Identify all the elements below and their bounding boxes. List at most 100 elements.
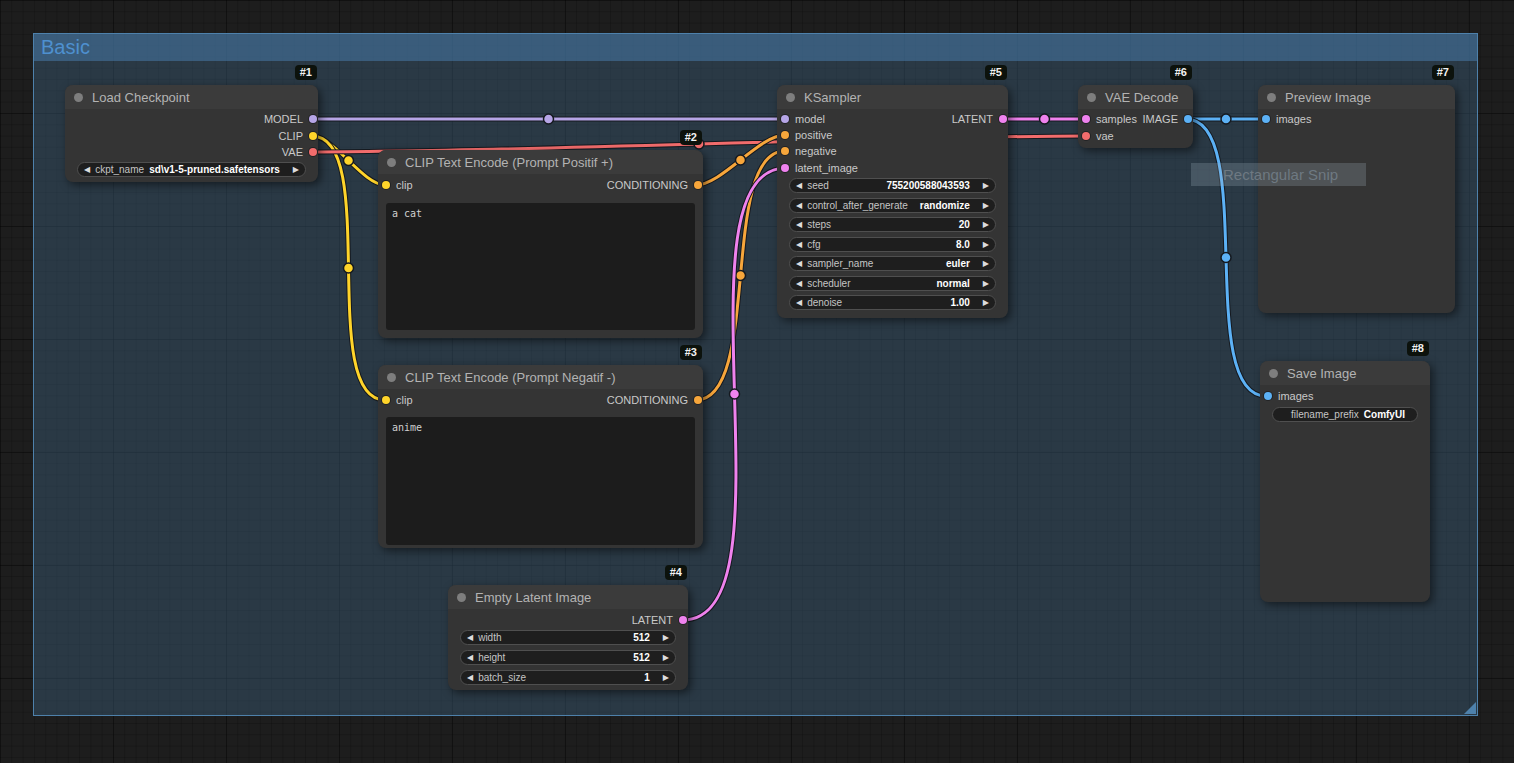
- widget-width[interactable]: ◀width512▶: [460, 630, 676, 645]
- input-port-samples[interactable]: samples: [1082, 114, 1137, 124]
- node-vae-decode[interactable]: #6VAE DecodesamplesvaeIMAGE: [1078, 85, 1193, 148]
- decrement-arrow-icon[interactable]: ◀: [467, 634, 473, 642]
- input-port-latent-image[interactable]: latent_image: [781, 163, 858, 173]
- widget-cfg[interactable]: ◀cfg8.0▶: [789, 237, 996, 252]
- node-title-bar[interactable]: Save Image: [1260, 361, 1430, 385]
- input-port-images[interactable]: images: [1264, 391, 1313, 401]
- decrement-arrow-icon[interactable]: ◀: [796, 221, 802, 229]
- port-dot[interactable]: [781, 164, 789, 172]
- node-title-bar[interactable]: KSampler: [777, 85, 1008, 109]
- widget-scheduler[interactable]: ◀schedulernormal▶: [789, 276, 996, 291]
- output-port-model[interactable]: MODEL: [264, 114, 317, 124]
- node-ksampler[interactable]: #5KSamplermodelpositivenegativelatent_im…: [777, 85, 1008, 318]
- group-basic-header[interactable]: Basic: [34, 34, 1477, 61]
- widget-steps[interactable]: ◀steps20▶: [789, 217, 996, 232]
- increment-arrow-icon[interactable]: ▶: [983, 241, 989, 249]
- output-port-latent[interactable]: LATENT: [952, 114, 1007, 124]
- collapse-dot-icon[interactable]: [786, 93, 795, 102]
- node-preview-image[interactable]: #7Preview Imageimages: [1258, 85, 1455, 313]
- prompt-textarea[interactable]: anime: [386, 417, 695, 545]
- widget-ckpt-name[interactable]: ◀ckpt_namesd\v1-5-pruned.safetensors▶: [77, 162, 306, 177]
- collapse-dot-icon[interactable]: [1087, 93, 1096, 102]
- input-port-positive[interactable]: positive: [781, 130, 832, 140]
- decrement-arrow-icon[interactable]: ◀: [796, 260, 802, 268]
- port-dot[interactable]: [1184, 115, 1192, 123]
- input-port-clip[interactable]: clip: [382, 395, 413, 405]
- widget-denoise[interactable]: ◀denoise1.00▶: [789, 295, 996, 310]
- prompt-textarea[interactable]: a cat: [386, 203, 695, 330]
- port-dot[interactable]: [1082, 132, 1090, 140]
- collapse-dot-icon[interactable]: [387, 373, 396, 382]
- widget-height[interactable]: ◀height512▶: [460, 650, 676, 665]
- increment-arrow-icon[interactable]: ▶: [293, 166, 299, 174]
- node-title-bar[interactable]: Empty Latent Image: [448, 585, 688, 609]
- port-dot[interactable]: [1082, 115, 1090, 123]
- port-dot[interactable]: [694, 181, 702, 189]
- decrement-arrow-icon[interactable]: ◀: [84, 166, 90, 174]
- increment-arrow-icon[interactable]: ▶: [663, 634, 669, 642]
- decrement-arrow-icon[interactable]: ◀: [467, 654, 473, 662]
- widget-sampler-name[interactable]: ◀sampler_nameeuler▶: [789, 256, 996, 271]
- node-clip-text-encode-prompt-negatif[interactable]: #3CLIP Text Encode (Prompt Negatif -)cli…: [378, 365, 703, 548]
- collapse-dot-icon[interactable]: [457, 593, 466, 602]
- decrement-arrow-icon[interactable]: ◀: [796, 299, 802, 307]
- collapse-dot-icon[interactable]: [74, 93, 83, 102]
- output-port-conditioning[interactable]: CONDITIONING: [607, 180, 702, 190]
- output-port-latent[interactable]: LATENT: [632, 615, 687, 625]
- port-dot[interactable]: [781, 115, 789, 123]
- port-label: CONDITIONING: [607, 179, 688, 191]
- widget-label: cfg: [807, 239, 820, 250]
- node-empty-latent-image[interactable]: #4Empty Latent ImageLATENT◀width512▶◀hei…: [448, 585, 688, 690]
- output-port-conditioning[interactable]: CONDITIONING: [607, 395, 702, 405]
- increment-arrow-icon[interactable]: ▶: [983, 182, 989, 190]
- increment-arrow-icon[interactable]: ▶: [983, 221, 989, 229]
- input-port-images[interactable]: images: [1262, 114, 1311, 124]
- collapse-dot-icon[interactable]: [1269, 369, 1278, 378]
- node-save-image[interactable]: #8Save Imageimagesfilename_prefixComfyUI: [1260, 361, 1430, 602]
- decrement-arrow-icon[interactable]: ◀: [796, 241, 802, 249]
- node-title-bar[interactable]: Preview Image: [1258, 85, 1455, 109]
- port-dot[interactable]: [1264, 392, 1272, 400]
- port-dot[interactable]: [309, 148, 317, 156]
- collapse-dot-icon[interactable]: [1267, 93, 1276, 102]
- increment-arrow-icon[interactable]: ▶: [983, 202, 989, 210]
- increment-arrow-icon[interactable]: ▶: [663, 654, 669, 662]
- port-dot[interactable]: [382, 396, 390, 404]
- input-port-clip[interactable]: clip: [382, 180, 413, 190]
- port-dot[interactable]: [309, 115, 317, 123]
- increment-arrow-icon[interactable]: ▶: [983, 280, 989, 288]
- node-title-bar[interactable]: CLIP Text Encode (Prompt Negatif -): [378, 365, 703, 389]
- node-title-bar[interactable]: Load Checkpoint: [65, 85, 318, 109]
- port-dot[interactable]: [781, 147, 789, 155]
- increment-arrow-icon[interactable]: ▶: [663, 674, 669, 682]
- port-dot[interactable]: [999, 115, 1007, 123]
- port-dot[interactable]: [309, 132, 317, 140]
- node-title-bar[interactable]: VAE Decode: [1078, 85, 1193, 109]
- port-dot[interactable]: [781, 131, 789, 139]
- decrement-arrow-icon[interactable]: ◀: [796, 202, 802, 210]
- widget-batch-size[interactable]: ◀batch_size1▶: [460, 670, 676, 685]
- widget-filename-prefix[interactable]: filename_prefixComfyUI: [1272, 407, 1418, 422]
- input-port-negative[interactable]: negative: [781, 146, 837, 156]
- output-port-vae[interactable]: VAE: [282, 147, 317, 157]
- decrement-arrow-icon[interactable]: ◀: [467, 674, 473, 682]
- collapse-dot-icon[interactable]: [387, 158, 396, 167]
- decrement-arrow-icon[interactable]: ◀: [796, 280, 802, 288]
- group-resize-handle[interactable]: [1464, 702, 1476, 714]
- increment-arrow-icon[interactable]: ▶: [983, 260, 989, 268]
- increment-arrow-icon[interactable]: ▶: [983, 299, 989, 307]
- port-dot[interactable]: [382, 181, 390, 189]
- output-port-image[interactable]: IMAGE: [1143, 114, 1192, 124]
- node-clip-text-encode-prompt-positif[interactable]: #2CLIP Text Encode (Prompt Positif +)cli…: [378, 150, 703, 338]
- node-title-bar[interactable]: CLIP Text Encode (Prompt Positif +): [378, 150, 703, 174]
- port-dot[interactable]: [1262, 115, 1270, 123]
- input-port-vae[interactable]: vae: [1082, 131, 1114, 141]
- widget-seed[interactable]: ◀seed755200588043593▶: [789, 178, 996, 193]
- port-dot[interactable]: [679, 616, 687, 624]
- node-load-checkpoint[interactable]: #1Load CheckpointMODELCLIPVAE◀ckpt_names…: [65, 85, 318, 182]
- widget-control-after-generate[interactable]: ◀control_after_generaterandomize▶: [789, 198, 996, 213]
- output-port-clip[interactable]: CLIP: [279, 131, 317, 141]
- decrement-arrow-icon[interactable]: ◀: [796, 182, 802, 190]
- port-dot[interactable]: [694, 396, 702, 404]
- input-port-model[interactable]: model: [781, 114, 825, 124]
